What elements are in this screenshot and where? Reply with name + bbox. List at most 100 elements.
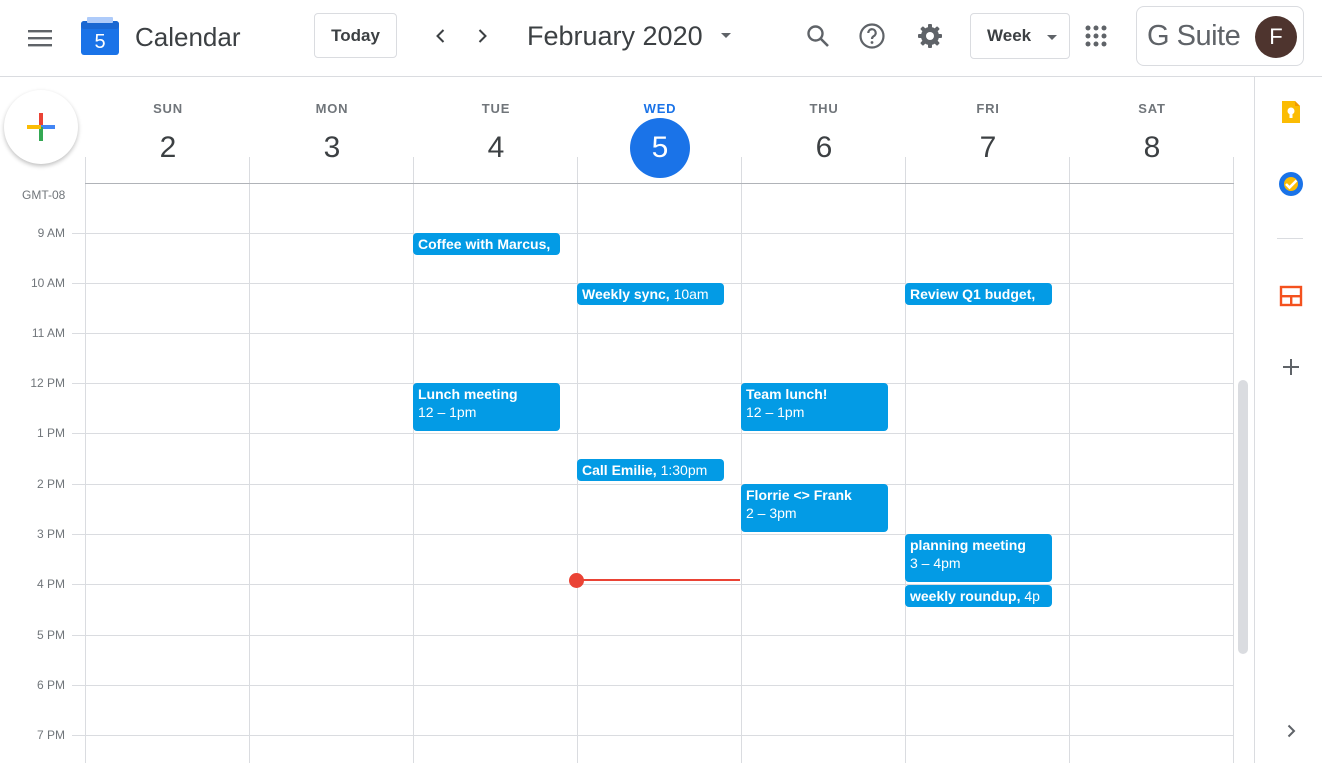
event-weekly-roundup[interactable]: weekly roundup, 4p	[905, 585, 1052, 607]
day-column-divider	[249, 157, 250, 763]
hour-label: 2 PM	[36, 477, 65, 491]
day-number[interactable]: 4	[466, 118, 526, 178]
apps-button[interactable]	[1076, 16, 1116, 56]
event-lunch-meeting[interactable]: Lunch meeting 12 – 1pm	[413, 383, 560, 431]
today-button[interactable]: Today	[314, 13, 397, 58]
day-column-divider	[1233, 157, 1234, 763]
day-header-mon[interactable]: MON 3	[250, 78, 414, 184]
day-name: FRI	[976, 101, 1000, 116]
plus-icon	[27, 113, 55, 141]
day-header-sun[interactable]: SUN 2	[86, 78, 250, 184]
event-team-lunch[interactable]: Team lunch! 12 – 1pm	[741, 383, 888, 431]
timezone-label: GMT-08	[22, 188, 66, 202]
help-button[interactable]	[852, 16, 892, 56]
month-label[interactable]: February 2020	[527, 20, 703, 52]
event-florrie-frank[interactable]: Florrie <> Frank 2 – 3pm	[741, 484, 888, 532]
add-icon	[1283, 359, 1299, 375]
get-addons-button[interactable]	[1276, 352, 1306, 382]
day-name: SUN	[153, 101, 183, 116]
hour-gridline	[72, 233, 1234, 234]
event-time: 1:30pm	[656, 462, 708, 478]
hour-label: 9 AM	[37, 226, 65, 240]
caret-down-icon	[1047, 35, 1057, 40]
event-time: 3 – 4pm	[910, 555, 961, 571]
addon-button[interactable]	[1276, 281, 1306, 311]
hour-label: 5 PM	[36, 628, 65, 642]
svg-text:5: 5	[94, 31, 105, 53]
side-panel-divider	[1277, 238, 1303, 239]
event-weekly-sync[interactable]: Weekly sync, 10am	[577, 283, 724, 305]
event-time: 12 – 1pm	[418, 404, 477, 420]
next-week-button[interactable]	[464, 18, 500, 54]
event-title: planning meeting	[910, 537, 1026, 553]
view-switcher[interactable]: Week	[970, 13, 1070, 59]
day-header-tue[interactable]: TUE 4	[414, 78, 578, 184]
event-call-emilie[interactable]: Call Emilie, 1:30pm	[577, 459, 724, 481]
search-icon	[807, 25, 829, 47]
day-number[interactable]: 7	[958, 118, 1018, 178]
event-title: Coffee with Marcus,	[418, 236, 551, 252]
hour-gridline	[72, 635, 1234, 636]
tasks-icon	[1279, 172, 1303, 196]
event-planning-meeting[interactable]: planning meeting 3 – 4pm	[905, 534, 1052, 582]
day-number[interactable]: 2	[138, 118, 198, 178]
day-header-fri[interactable]: FRI 7	[906, 78, 1070, 184]
day-number[interactable]: 8	[1122, 118, 1182, 178]
previous-week-button[interactable]	[423, 18, 459, 54]
tasks-button[interactable]	[1276, 169, 1306, 199]
hour-label: 10 AM	[30, 276, 65, 290]
hour-gridline	[72, 685, 1234, 686]
event-title: Call Emilie,	[582, 462, 657, 478]
hour-gridline	[72, 433, 1234, 434]
event-time: 10am	[669, 286, 709, 302]
hour-label: 1 PM	[36, 426, 65, 440]
create-event-button[interactable]	[4, 90, 78, 164]
expand-side-panel-button[interactable]	[1276, 716, 1306, 746]
day-header-wed[interactable]: WED 5	[578, 78, 742, 184]
day-column-divider	[1069, 157, 1070, 763]
day-name: SAT	[1138, 101, 1166, 116]
grid-scrollbar[interactable]	[1238, 380, 1248, 654]
day-number[interactable]: 3	[302, 118, 362, 178]
hour-gridline	[72, 584, 1234, 585]
chevron-left-icon	[436, 29, 445, 43]
hour-gridline	[72, 383, 1234, 384]
settings-button[interactable]	[910, 16, 950, 56]
avatar[interactable]: F	[1255, 16, 1297, 58]
keep-button[interactable]	[1276, 97, 1306, 127]
chevron-right-icon	[478, 29, 487, 43]
day-header-sat[interactable]: SAT 8	[1070, 78, 1234, 184]
event-coffee-with-marcus[interactable]: Coffee with Marcus,	[413, 233, 560, 255]
hour-label: 6 PM	[36, 678, 65, 692]
chevron-right-icon	[1287, 724, 1296, 738]
apps-grid-icon	[1085, 25, 1107, 47]
day-number[interactable]: 6	[794, 118, 854, 178]
event-time: 12 – 1pm	[746, 404, 805, 420]
calendar-logo-icon: 5	[81, 17, 119, 55]
event-title: Weekly sync,	[582, 286, 670, 302]
header-divider	[85, 183, 1234, 184]
event-review-q1-budget[interactable]: Review Q1 budget,	[905, 283, 1052, 305]
calendar-logo[interactable]: 5	[80, 16, 120, 56]
day-column-divider	[741, 157, 742, 763]
day-name: THU	[809, 101, 839, 116]
hour-gridline	[72, 735, 1234, 736]
month-dropdown-icon[interactable]	[721, 33, 731, 38]
event-title: weekly roundup,	[910, 588, 1021, 604]
event-time: 4p	[1020, 588, 1040, 604]
gear-icon	[918, 24, 942, 48]
hour-label: 11 AM	[31, 326, 65, 340]
search-button[interactable]	[798, 16, 838, 56]
day-number-today[interactable]: 5	[630, 118, 690, 178]
main-menu-button[interactable]	[18, 16, 62, 60]
event-title: Florrie <> Frank	[746, 487, 852, 503]
hour-label: 3 PM	[36, 527, 65, 541]
view-label: Week	[987, 26, 1032, 45]
gsuite-account-area[interactable]: G Suite F	[1136, 6, 1304, 66]
layout-addon-icon	[1279, 285, 1303, 307]
help-icon	[859, 23, 885, 49]
day-header-thu[interactable]: THU 6	[742, 78, 906, 184]
hour-gridline	[72, 534, 1234, 535]
event-title: Lunch meeting	[418, 386, 518, 402]
hour-gridline	[72, 484, 1234, 485]
